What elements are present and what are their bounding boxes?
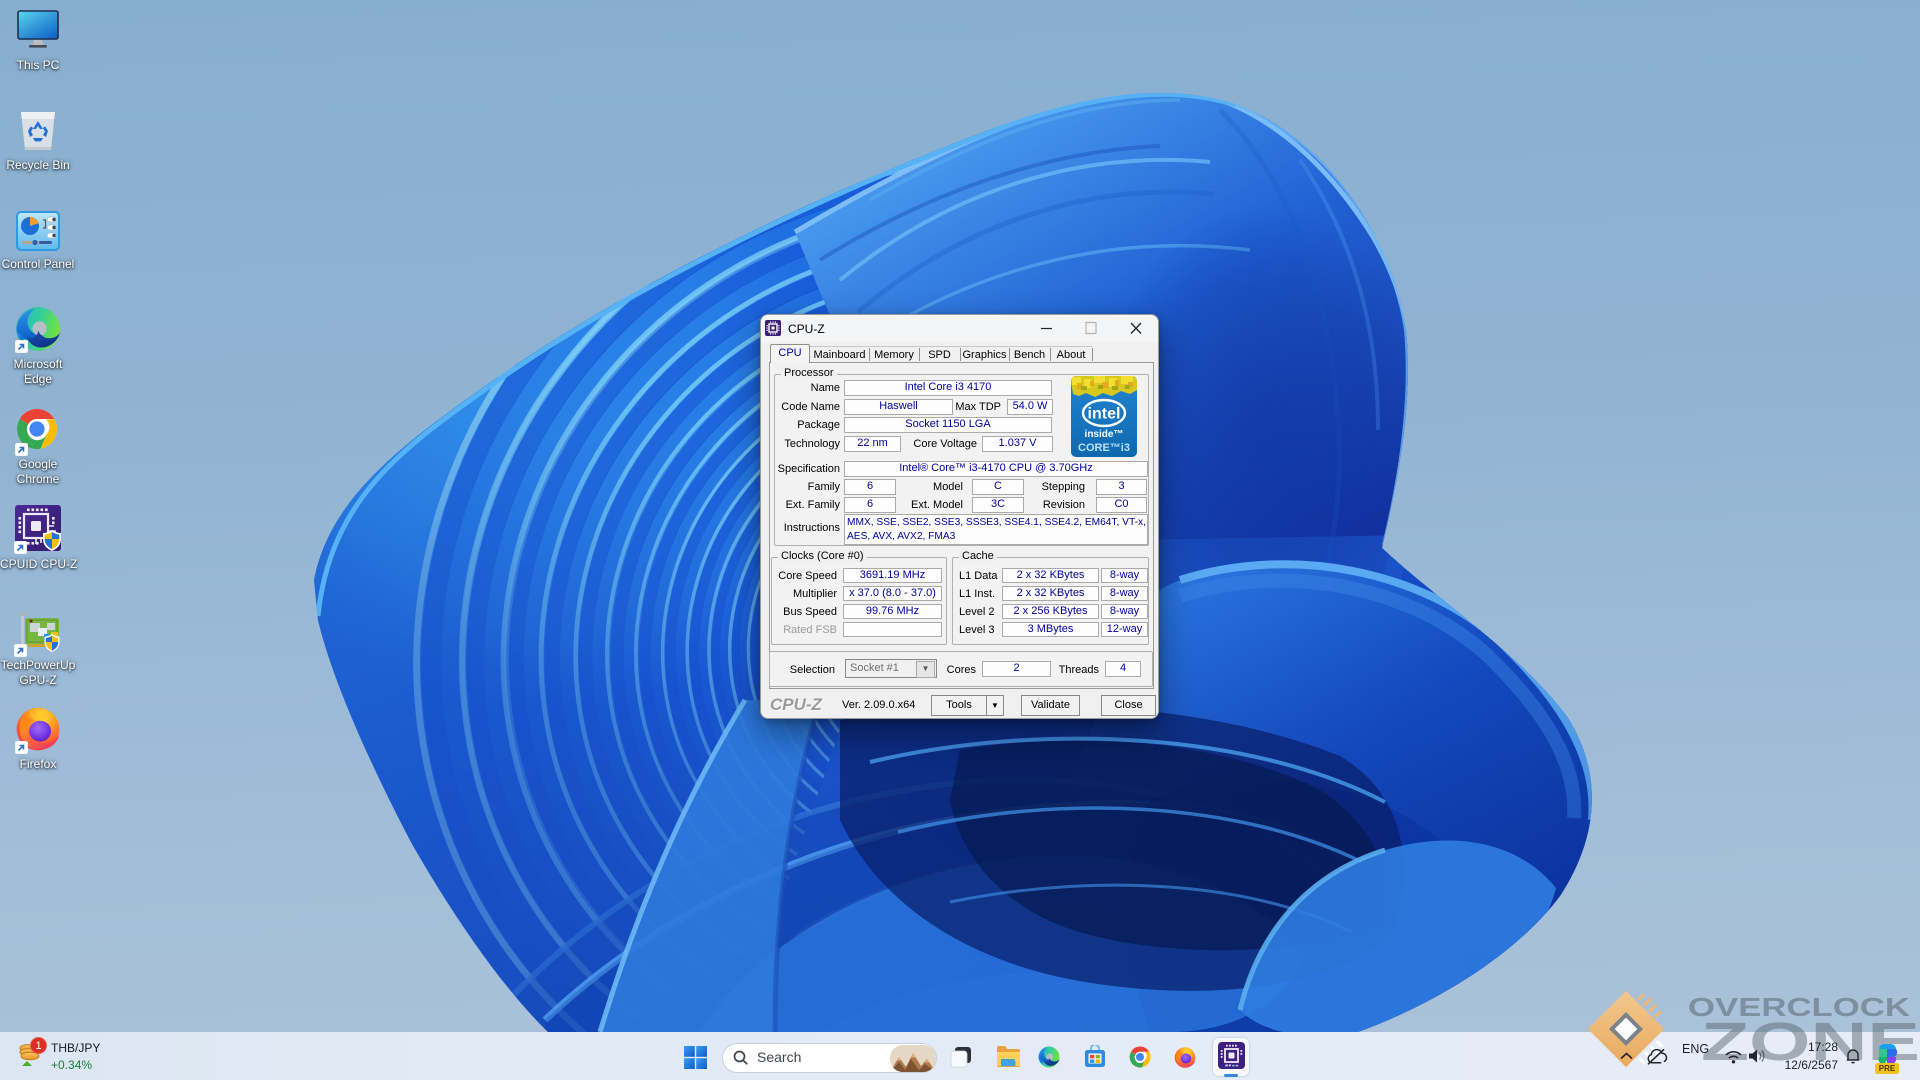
svg-text:intel: intel (1088, 406, 1121, 423)
svg-text:CORE™i3: CORE™i3 (1078, 442, 1130, 454)
svg-text:inside™: inside™ (1085, 429, 1124, 440)
